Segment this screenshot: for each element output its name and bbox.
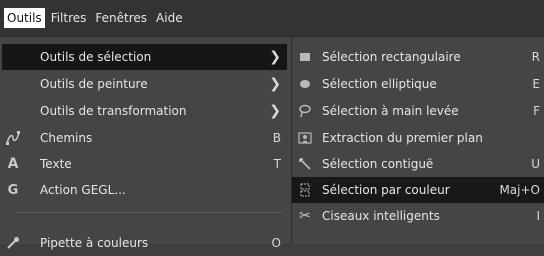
selection-tools-submenu: Sélection rectangulaire R Sélection elli… — [292, 37, 544, 244]
paths-icon — [4, 129, 22, 147]
menu-item-label: Sélection contiguë — [322, 157, 434, 171]
menu-item-label: Outils de transformation — [40, 104, 187, 118]
menubar-tools[interactable]: Outils — [4, 8, 45, 28]
menu-separator — [16, 212, 283, 213]
shortcut-label: O — [271, 236, 281, 250]
menu-item-free-select[interactable]: Sélection à main levée F — [292, 98, 544, 124]
shortcut-label: F — [533, 104, 540, 118]
menu-item-label: Sélection elliptique — [322, 77, 437, 91]
tools-menu: Outils de sélection ❯ Outils de peinture… — [0, 37, 292, 250]
chevron-right-icon: ❯ — [269, 49, 281, 65]
menu-item-label: Pipette à couleurs — [40, 236, 149, 250]
menu-item-foreground-select[interactable]: Extraction du premier plan — [292, 125, 544, 151]
shortcut-label: I — [536, 209, 540, 223]
menu-item-label: Chemins — [40, 131, 93, 145]
menu-item-label: Sélection à main levée — [322, 104, 459, 118]
gegl-icon: G — [7, 182, 19, 198]
menu-item-paths[interactable]: Chemins B — [2, 125, 287, 151]
foreground-select-icon — [296, 129, 314, 147]
ellipse-select-icon — [296, 75, 314, 93]
chevron-right-icon: ❯ — [269, 103, 281, 119]
scissors-icon: ✂ — [299, 208, 311, 224]
menubar-windows[interactable]: Fenêtres — [92, 8, 150, 28]
shortcut-label: U — [531, 157, 540, 171]
menu-item-label: Sélection rectangulaire — [322, 50, 461, 64]
chevron-right-icon: ❯ — [269, 76, 281, 92]
text-icon: A — [7, 156, 19, 172]
shortcut-label: T — [273, 157, 281, 171]
menu-item-fuzzy-select[interactable]: Sélection contiguë U — [292, 151, 544, 177]
shortcut-label: Maj+O — [499, 183, 540, 197]
menu-item-transform-tools[interactable]: Outils de transformation ❯ — [2, 98, 287, 124]
menu-item-label: Extraction du premier plan — [322, 131, 483, 145]
menu-item-rect-select[interactable]: Sélection rectangulaire R — [292, 44, 544, 70]
menu-item-label: Outils de peinture — [40, 77, 148, 91]
menubar: Outils Filtres Fenêtres Aide — [0, 0, 544, 37]
free-select-icon — [296, 102, 314, 120]
menubar-help[interactable]: Aide — [153, 8, 186, 28]
shortcut-label: R — [531, 50, 540, 64]
menu-item-label: Sélection par couleur — [322, 183, 450, 197]
menu-item-ellipse-select[interactable]: Sélection elliptique E — [292, 71, 544, 97]
shortcut-label: E — [532, 77, 540, 91]
menu-item-paint-tools[interactable]: Outils de peinture ❯ — [2, 71, 287, 97]
menu-item-color-picker[interactable]: Pipette à couleurs O — [2, 230, 287, 256]
menu-item-select-by-color[interactable]: Sélection par couleur Maj+O — [292, 177, 544, 203]
fuzzy-select-icon — [296, 155, 314, 173]
select-by-color-icon — [296, 181, 314, 199]
menu-item-gegl[interactable]: G Action GEGL... — [2, 177, 287, 203]
menu-item-label: Action GEGL... — [40, 183, 126, 197]
menu-item-scissors-select[interactable]: ✂ Ciseaux intelligents I — [292, 203, 544, 229]
menu-item-label: Texte — [40, 157, 72, 171]
rect-select-icon — [296, 48, 314, 66]
menu-item-label: Outils de sélection — [40, 50, 152, 64]
menu-item-label: Ciseaux intelligents — [322, 209, 440, 223]
shortcut-label: B — [272, 131, 281, 145]
menu-item-selection-tools[interactable]: Outils de sélection ❯ — [2, 44, 287, 70]
menu-item-text[interactable]: A Texte T — [2, 151, 287, 177]
menubar-filters[interactable]: Filtres — [48, 8, 90, 28]
color-picker-icon — [4, 234, 22, 252]
